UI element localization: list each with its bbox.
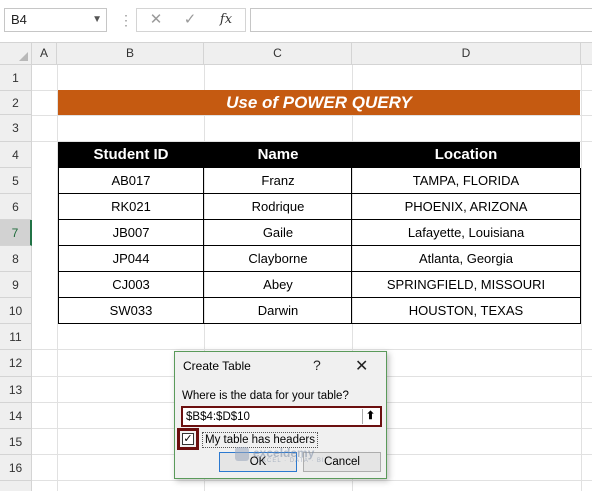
formula-input[interactable]	[250, 8, 592, 32]
column-header-b[interactable]: B	[57, 43, 204, 65]
row-header-8[interactable]: 8	[0, 246, 32, 272]
column-header-c[interactable]: C	[204, 43, 352, 65]
help-icon[interactable]: ?	[313, 357, 321, 373]
row-header-15[interactable]: 15	[0, 429, 32, 455]
dialog-title: Create Table	[183, 359, 251, 373]
formula-bar: B4 ▼ ⋮ ✕ ✓ fx	[0, 0, 592, 43]
table-header-location[interactable]: Location	[352, 142, 580, 168]
row-header-9[interactable]: 9	[0, 272, 32, 298]
watermark: exceldemy EXCEL · DATA · BI	[235, 446, 355, 466]
name-box-value: B4	[11, 12, 27, 27]
table-cell[interactable]: TAMPA, FLORIDA	[352, 168, 580, 194]
column-header-d[interactable]: D	[352, 43, 581, 65]
row-header-11[interactable]: 11	[0, 324, 32, 350]
table-cell[interactable]: Franz	[204, 168, 352, 194]
insert-function-icon[interactable]: fx	[211, 9, 241, 31]
table-cell[interactable]: Lafayette, Louisiana	[352, 220, 580, 246]
row-header-5[interactable]: 5	[0, 168, 32, 194]
table-cell[interactable]: PHOENIX, ARIZONA	[352, 194, 580, 220]
enter-icon[interactable]: ✓	[175, 9, 205, 31]
table-cell[interactable]: HOUSTON, TEXAS	[352, 298, 580, 324]
name-box[interactable]: B4 ▼	[4, 8, 107, 32]
table-header-student-id[interactable]: Student ID	[58, 142, 204, 168]
row-header-7[interactable]: 7	[0, 220, 32, 246]
table-cell[interactable]: SW033	[58, 298, 204, 324]
formula-buttons: ✕ ✓ fx	[136, 8, 246, 32]
headers-checkbox[interactable]: ✓	[182, 433, 194, 445]
chevron-down-icon[interactable]: ▼	[92, 9, 102, 31]
row-header-1[interactable]: 1	[0, 65, 32, 91]
column-header-a[interactable]: A	[32, 43, 57, 65]
collapse-dialog-icon[interactable]: ⬆	[362, 409, 378, 424]
table-cell[interactable]: Gaile	[204, 220, 352, 246]
row-header-16[interactable]: 16	[0, 455, 32, 481]
headers-checkbox-highlight: ✓	[177, 428, 199, 450]
table-cell[interactable]: JP044	[58, 246, 204, 272]
row-header-13[interactable]: 13	[0, 377, 32, 403]
table-cell[interactable]: Rodrique	[204, 194, 352, 220]
row-header-14[interactable]: 14	[0, 403, 32, 429]
range-input[interactable]: $B$4:$D$10 ⬆	[181, 406, 382, 427]
gridline	[32, 480, 592, 481]
table-header-name[interactable]: Name	[204, 142, 352, 168]
column-header-e[interactable]	[581, 43, 592, 65]
table-border	[580, 168, 581, 324]
create-table-dialog: Create Table ? ✕ Where is the data for y…	[174, 351, 387, 479]
table-cell[interactable]: RK021	[58, 194, 204, 220]
table-cell[interactable]: CJ003	[58, 272, 204, 298]
row-header-4[interactable]: 4	[0, 142, 32, 168]
table-cell[interactable]: Darwin	[204, 298, 352, 324]
table-cell[interactable]: Atlanta, Georgia	[352, 246, 580, 272]
gridline	[32, 115, 592, 116]
table-cell[interactable]: JB007	[58, 220, 204, 246]
gridline	[581, 65, 582, 491]
watermark-tag: EXCEL · DATA · BI	[257, 458, 325, 464]
table-cell[interactable]: Clayborne	[204, 246, 352, 272]
row-header-12[interactable]: 12	[0, 350, 32, 377]
drag-handle-icon[interactable]: ⋮	[119, 9, 133, 31]
row-header-17[interactable]	[0, 481, 32, 491]
title-banner[interactable]: Use of POWER QUERY	[58, 90, 580, 115]
cancel-icon[interactable]: ✕	[141, 9, 171, 31]
range-prompt: Where is the data for your table?	[182, 390, 349, 402]
watermark-logo-icon	[235, 447, 249, 461]
row-header-6[interactable]: 6	[0, 194, 32, 220]
select-all-corner[interactable]	[0, 43, 32, 65]
select-all-icon	[19, 52, 28, 61]
row-header-2[interactable]: 2	[0, 91, 32, 115]
row-header-10[interactable]: 10	[0, 298, 32, 324]
table-cell[interactable]: SPRINGFIELD, MISSOURI	[352, 272, 580, 298]
range-value: $B$4:$D$10	[186, 411, 250, 423]
close-icon[interactable]: ✕	[355, 356, 368, 376]
gridline	[32, 349, 592, 350]
table-cell[interactable]: AB017	[58, 168, 204, 194]
row-header-3[interactable]: 3	[0, 115, 32, 142]
table-cell[interactable]: Abey	[204, 272, 352, 298]
